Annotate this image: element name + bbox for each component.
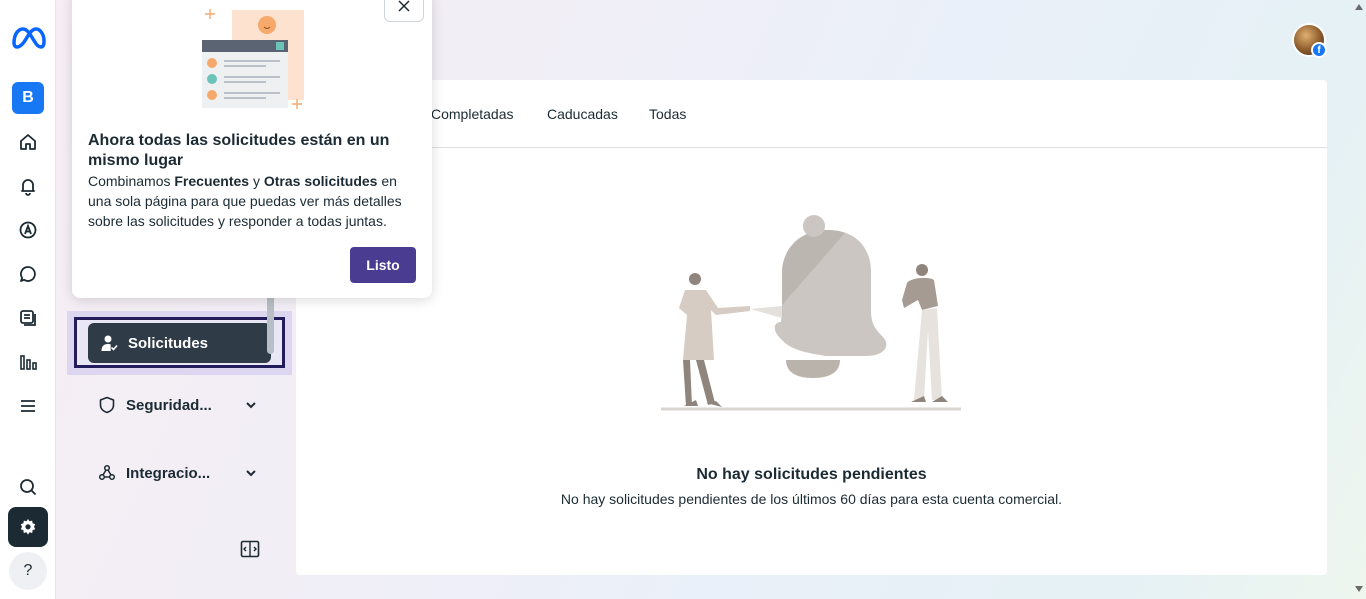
integrations-icon <box>98 464 116 481</box>
home-icon[interactable] <box>8 122 48 162</box>
requests-panel: Completadas Caducadas Todas No hay solic… <box>296 80 1327 575</box>
popover-body-text: y <box>249 173 264 189</box>
onboarding-popover: Ahora todas las solicitudes están en un … <box>72 0 432 298</box>
popover-body: Combinamos Frecuentes y Otras solicitude… <box>88 171 418 231</box>
insights-icon[interactable] <box>8 342 48 382</box>
left-icon-rail: B ? <box>0 0 56 599</box>
popover-title: Ahora todas las solicitudes están en un … <box>88 132 390 169</box>
sidebar-item-security[interactable]: Seguridad... <box>98 391 258 419</box>
shield-icon <box>99 396 115 414</box>
page-scrollbar[interactable] <box>1352 0 1366 599</box>
tab-todas[interactable]: Todas <box>649 106 686 122</box>
person-check-icon <box>101 335 118 351</box>
sidebar-item-integrations[interactable]: Integracio... <box>98 459 258 487</box>
chat-icon[interactable] <box>8 254 48 294</box>
business-account-badge[interactable]: B <box>12 82 44 114</box>
popover-body-text: Combinamos <box>88 173 175 189</box>
empty-state-description: No hay solicitudes pendientes de los últ… <box>560 491 1063 507</box>
sidebar-item-label: Seguridad... <box>126 396 212 414</box>
ads-icon[interactable] <box>8 210 48 250</box>
bell-illustration <box>661 215 961 411</box>
gear-icon[interactable] <box>8 507 48 547</box>
popover-body-bold: Frecuentes <box>174 173 250 189</box>
tab-bar: Completadas Caducadas Todas <box>296 80 1327 148</box>
chevron-down-icon <box>246 402 256 409</box>
sidebar-scrollbar[interactable] <box>267 292 274 354</box>
done-button[interactable]: Listo <box>350 247 416 283</box>
meta-logo[interactable] <box>10 22 46 54</box>
scroll-up-icon[interactable] <box>1355 4 1363 10</box>
search-icon[interactable] <box>8 467 48 507</box>
close-icon <box>398 0 410 12</box>
pages-icon[interactable] <box>8 298 48 338</box>
collapse-sidebar-icon[interactable] <box>240 540 260 558</box>
sidebar-item-solicitudes[interactable]: Solicitudes <box>88 323 271 363</box>
chevron-down-icon <box>246 470 256 477</box>
close-button[interactable] <box>384 0 424 22</box>
scroll-down-icon[interactable] <box>1355 586 1363 592</box>
tab-caducadas[interactable]: Caducadas <box>547 106 618 122</box>
sidebar-item-label: Solicitudes <box>128 334 209 352</box>
sidebar-item-label: Integracio... <box>126 464 211 482</box>
facebook-badge-icon: f <box>1311 42 1327 58</box>
popover-body-bold: Otras solicitudes <box>263 173 378 189</box>
help-button[interactable]: ? <box>9 552 47 590</box>
tab-completadas[interactable]: Completadas <box>431 106 514 122</box>
bell-icon[interactable] <box>8 166 48 206</box>
empty-state-title: No hay solicitudes pendientes <box>696 466 927 483</box>
menu-icon[interactable] <box>8 386 48 426</box>
requests-list-illustration <box>202 9 304 109</box>
